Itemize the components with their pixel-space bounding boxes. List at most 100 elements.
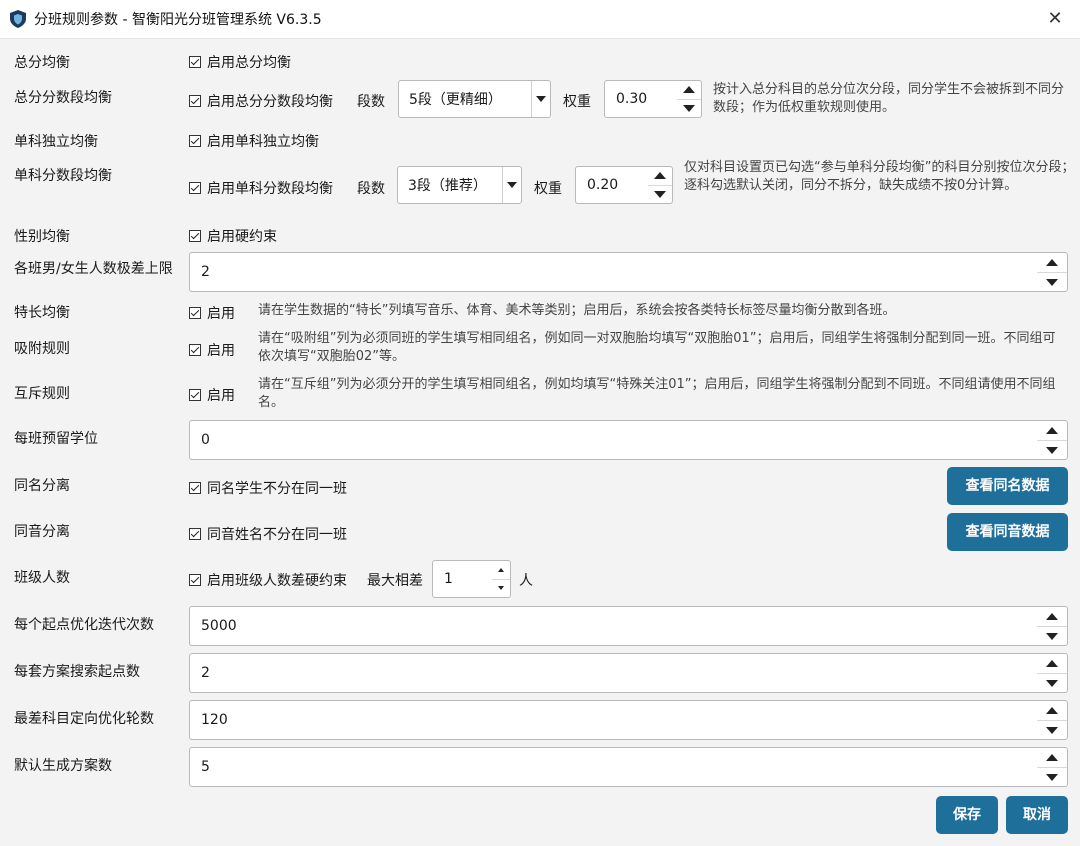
total-balance-checkbox[interactable]: 启用总分均衡 [189, 52, 291, 72]
spin-up-icon[interactable] [492, 561, 510, 580]
class-size-unit: 人 [519, 573, 533, 589]
spinbox-value: 2 [201, 665, 210, 681]
spin-up-icon[interactable] [1037, 421, 1067, 441]
default-plans-spinbox[interactable]: 5 [189, 747, 1068, 787]
checkbox-checked-icon[interactable] [189, 482, 201, 494]
gender-diff-label: 各班男/女生人数极差上限 [14, 261, 173, 277]
total-segment-count-select[interactable]: 5段（更精细） [398, 80, 551, 118]
checkbox-checked-icon[interactable] [189, 344, 201, 356]
spin-up-icon[interactable] [1037, 654, 1067, 674]
checkbox-checked-icon[interactable] [189, 95, 201, 107]
chevron-down-icon[interactable] [502, 167, 521, 203]
save-button[interactable]: 保存 [936, 796, 998, 834]
spin-up-icon[interactable] [1037, 253, 1067, 273]
single-segment-weight-label: 权重 [534, 181, 562, 197]
checkbox-checked-icon[interactable] [189, 528, 201, 540]
spin-up-icon[interactable] [648, 167, 672, 186]
total-segment-count-label: 段数 [357, 94, 385, 110]
reserve-seats-label: 每班预留学位 [14, 431, 98, 447]
attach-rule-label: 吸附规则 [14, 341, 70, 357]
window-title: 分班规则参数 - 智衡阳光分班管理系统 V6.3.5 [34, 12, 322, 28]
checkbox-label: 启用总分分数段均衡 [207, 94, 333, 110]
specialty-description: 请在学生数据的“特长”列填写音乐、体育、美术等类别；启用后，系统会按各类特长标签… [258, 303, 896, 318]
checkbox-label: 启用硬约束 [207, 229, 277, 245]
spin-down-icon[interactable] [1037, 767, 1067, 786]
same-sound-label: 同音分离 [14, 524, 70, 540]
spin-down-icon[interactable] [1037, 626, 1067, 645]
spin-down-icon[interactable] [1037, 673, 1067, 692]
worst-subject-rounds-label: 最差科目定向优化轮数 [14, 711, 154, 727]
single-balance-checkbox[interactable]: 启用单科独立均衡 [189, 131, 319, 151]
attach-rule-checkbox[interactable]: 启用 [189, 340, 235, 360]
view-same-name-button[interactable]: 查看同名数据 [947, 467, 1068, 505]
total-segment-checkbox[interactable]: 启用总分分数段均衡 [189, 91, 333, 111]
select-value: 5段（更精细） [409, 92, 502, 108]
spin-up-icon[interactable] [1037, 748, 1067, 768]
checkbox-label: 同名学生不分在同一班 [207, 481, 347, 497]
total-balance-label: 总分均衡 [14, 55, 70, 71]
spinbox-value: 0.30 [616, 91, 648, 107]
total-segment-description: 按计入总分科目的总分位次分段，同分学生不会被拆到不同分数段；作为低权重软规则使用… [713, 82, 1065, 115]
spin-down-icon[interactable] [1037, 440, 1067, 459]
exclusive-rule-label: 互斥规则 [14, 386, 70, 402]
total-segment-label: 总分分数段均衡 [14, 90, 112, 106]
class-size-label: 班级人数 [14, 570, 70, 586]
search-starts-label: 每套方案搜索起点数 [14, 664, 140, 680]
checkbox-checked-icon[interactable] [189, 56, 201, 68]
exclusive-rule-description: 请在“互斥组”列为必须分开的学生填写相同组名，例如均填写“特殊关注01”；启用后… [258, 377, 1056, 410]
gender-hard-constraint-checkbox[interactable]: 启用硬约束 [189, 226, 277, 246]
checkbox-label: 启用总分均衡 [207, 55, 291, 71]
search-starts-spinbox[interactable]: 2 [189, 653, 1068, 693]
checkbox-checked-icon[interactable] [189, 182, 201, 194]
iterations-spinbox[interactable]: 5000 [189, 606, 1068, 646]
chevron-down-icon[interactable] [531, 81, 550, 117]
iterations-label: 每个起点优化迭代次数 [14, 617, 154, 633]
class-size-checkbox[interactable]: 启用班级人数差硬约束 [189, 570, 347, 590]
checkbox-checked-icon[interactable] [189, 135, 201, 147]
total-segment-weight-spinbox[interactable]: 0.30 [604, 80, 702, 118]
cancel-button[interactable]: 取消 [1006, 796, 1068, 834]
spin-up-icon[interactable] [1037, 701, 1067, 721]
specialty-balance-label: 特长均衡 [14, 305, 70, 321]
reserve-seats-spinbox[interactable]: 0 [189, 420, 1068, 460]
single-segment-weight-spinbox[interactable]: 0.20 [575, 166, 673, 204]
same-name-checkbox[interactable]: 同名学生不分在同一班 [189, 478, 347, 498]
spinbox-value: 5 [201, 759, 210, 775]
single-balance-label: 单科独立均衡 [14, 134, 98, 150]
spin-down-icon[interactable] [1037, 720, 1067, 739]
checkbox-label: 同音姓名不分在同一班 [207, 527, 347, 543]
spinbox-value: 5000 [201, 618, 237, 634]
single-segment-description: 仅对科目设置页已勾选“参与单科分段均衡”的科目分别按位次分段；逐科勾选默认关闭，… [684, 160, 1075, 193]
same-name-label: 同名分离 [14, 478, 70, 494]
spinbox-value: 1 [444, 571, 453, 587]
checkbox-checked-icon[interactable] [189, 230, 201, 242]
gender-balance-label: 性别均衡 [14, 229, 70, 245]
class-size-max-label: 最大相差 [367, 573, 423, 589]
attach-rule-description: 请在“吸附组”列为必须同班的学生填写相同组名，例如同一对双胞胎均填写“双胞胎01… [258, 331, 1056, 364]
select-value: 3段（推荐） [408, 178, 487, 194]
gender-diff-spinbox[interactable]: 2 [189, 252, 1068, 292]
specialty-checkbox[interactable]: 启用 [189, 303, 235, 323]
checkbox-label: 启用 [207, 388, 235, 404]
spinbox-value: 0.20 [587, 177, 619, 193]
worst-subject-rounds-spinbox[interactable]: 120 [189, 700, 1068, 740]
spin-up-icon[interactable] [1037, 607, 1067, 627]
spin-down-icon[interactable] [677, 99, 701, 117]
spin-down-icon[interactable] [492, 579, 510, 597]
spin-down-icon[interactable] [1037, 272, 1067, 291]
class-size-max-spinbox[interactable]: 1 [432, 560, 511, 598]
shield-icon [10, 10, 26, 28]
same-sound-checkbox[interactable]: 同音姓名不分在同一班 [189, 524, 347, 544]
single-segment-count-label: 段数 [357, 181, 385, 197]
spin-up-icon[interactable] [677, 81, 701, 100]
single-segment-checkbox[interactable]: 启用单科分数段均衡 [189, 178, 333, 198]
single-segment-count-select[interactable]: 3段（推荐） [397, 166, 522, 204]
checkbox-checked-icon[interactable] [189, 389, 201, 401]
checkbox-checked-icon[interactable] [189, 574, 201, 586]
exclusive-rule-checkbox[interactable]: 启用 [189, 385, 235, 405]
view-same-sound-button[interactable]: 查看同音数据 [947, 513, 1068, 551]
close-icon[interactable]: ✕ [1042, 6, 1068, 32]
single-segment-label: 单科分数段均衡 [14, 168, 112, 184]
spin-down-icon[interactable] [648, 185, 672, 203]
checkbox-checked-icon[interactable] [189, 307, 201, 319]
